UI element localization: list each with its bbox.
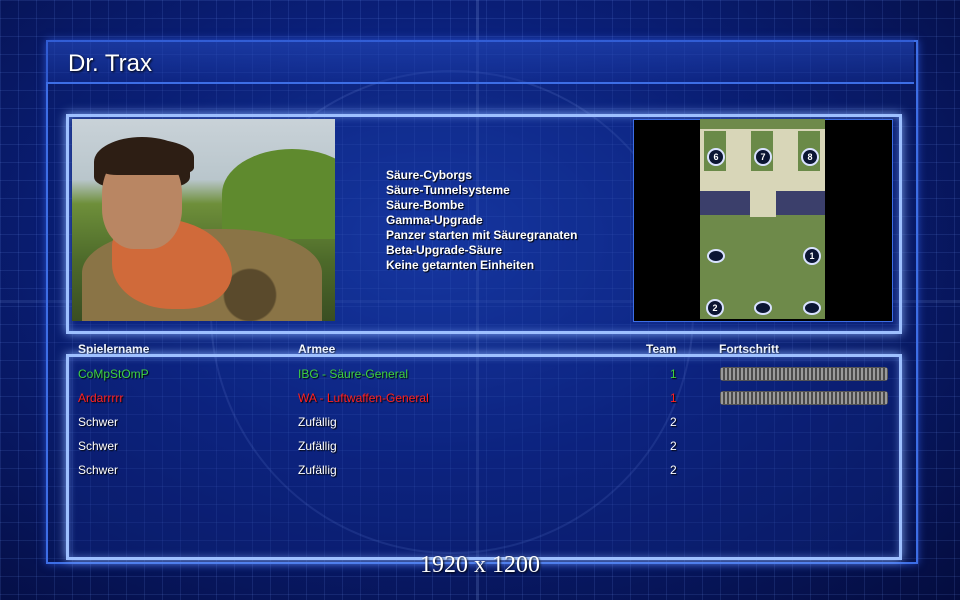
title-bar <box>46 40 914 84</box>
player-army: WA - Luftwaffen-General <box>298 391 429 405</box>
player-row: CoMpStOmP IBG - Säure-General 1 <box>0 367 960 387</box>
start-position-marker: 8 <box>801 148 819 166</box>
start-position-marker: 2 <box>706 299 724 317</box>
player-name: Schwer <box>78 415 119 429</box>
feature-line: Säure-Cyborgs <box>386 168 473 182</box>
general-portrait <box>72 119 335 321</box>
player-name: Schwer <box>78 439 119 453</box>
player-team: 1 <box>670 367 677 381</box>
portrait-hair-front <box>98 139 194 175</box>
feature-line: Gamma-Upgrade <box>386 213 483 227</box>
general-title: Dr. Trax <box>68 50 153 77</box>
minimap-terrain-top <box>700 119 825 129</box>
player-team: 2 <box>670 415 677 429</box>
start-position-empty <box>803 301 821 315</box>
start-position-marker: 7 <box>754 148 772 166</box>
feature-line: Säure-Tunnelsysteme <box>386 183 510 197</box>
progress-fill <box>721 368 887 380</box>
start-position-empty <box>754 301 772 315</box>
player-name: CoMpStOmP <box>78 367 149 381</box>
feature-line: Säure-Bombe <box>386 198 465 212</box>
start-position-marker: 1 <box>803 247 821 265</box>
player-row: Schwer Zufällig 2 <box>0 415 960 435</box>
player-name: Schwer <box>78 463 119 477</box>
minimap: 6 7 8 1 2 <box>700 119 825 319</box>
player-row: Schwer Zufällig 2 <box>0 463 960 483</box>
general-features-list: Säure-Cyborgs Säure-Tunnelsysteme Säure-… <box>386 168 577 273</box>
player-row: Ardarrrrr WA - Luftwaffen-General 1 <box>0 391 960 411</box>
player-army: Zufällig <box>298 439 337 453</box>
resolution-watermark: 1920 x 1200 <box>420 552 540 578</box>
feature-line: Beta-Upgrade-Säure <box>386 243 503 257</box>
player-name: Ardarrrrr <box>78 391 124 405</box>
start-position-marker: 6 <box>707 148 725 166</box>
start-position-empty <box>707 249 725 263</box>
feature-line: Panzer starten mit Säuregranaten <box>386 228 578 242</box>
minimap-road <box>750 185 776 217</box>
player-row: Schwer Zufällig 2 <box>0 439 960 459</box>
player-army: Zufällig <box>298 463 337 477</box>
progress-fill <box>721 392 887 404</box>
player-team: 2 <box>670 463 677 477</box>
player-team: 2 <box>670 439 677 453</box>
player-army: IBG - Säure-General <box>298 367 409 381</box>
feature-line: Keine getarnten Einheiten <box>386 258 535 272</box>
player-army: Zufällig <box>298 415 337 429</box>
player-team: 1 <box>670 391 677 405</box>
player-progress-bar <box>720 391 888 405</box>
player-progress-bar <box>720 367 888 381</box>
portrait-background-foliage <box>222 149 335 239</box>
